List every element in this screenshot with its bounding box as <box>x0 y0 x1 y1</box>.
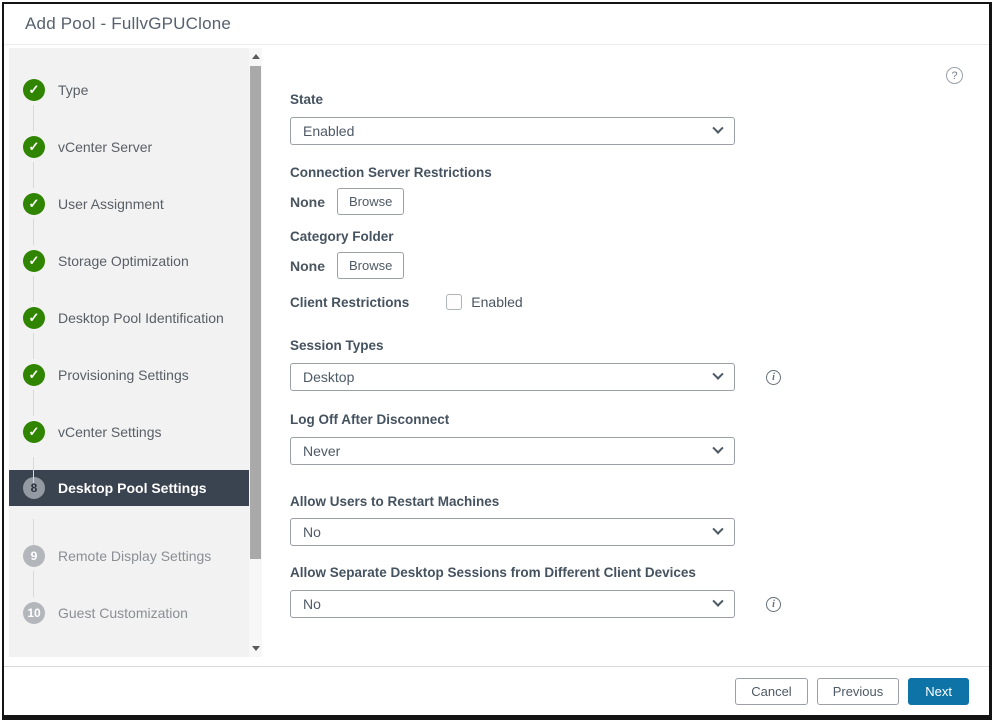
step-complete-check-icon: ✓ <box>23 250 45 272</box>
dialog-title: Add Pool - FullvGPUClone <box>25 14 231 34</box>
client-restrictions-label: Client Restrictions <box>290 295 409 310</box>
connection-server-restrictions-browse-button[interactable]: Browse <box>337 188 404 215</box>
allow-users-restart-select-value: No <box>303 524 714 540</box>
sidebar-scrollbar[interactable] <box>249 48 262 657</box>
chevron-down-icon <box>712 524 723 535</box>
allow-users-restart-select[interactable]: No <box>290 518 735 546</box>
cancel-button[interactable]: Cancel <box>735 678 807 705</box>
step-number-badge: 9 <box>23 545 45 567</box>
chevron-down-icon <box>712 596 723 607</box>
sidebar-step-vcenter-server[interactable]: ✓ vCenter Server <box>9 118 262 175</box>
wizard-steps: ✓ Type ✓ vCenter Server ✓ User Assignment ✓ Sto… <box>9 48 262 641</box>
log-off-select-value: Never <box>303 443 714 459</box>
next-button[interactable]: Next <box>908 678 969 705</box>
sidebar-step-type[interactable]: ✓ Type <box>9 61 262 118</box>
step-label: User Assignment <box>58 196 164 212</box>
chevron-down-icon <box>712 123 723 134</box>
connection-server-restrictions-group: Connection Server Restrictions None Brow… <box>290 165 989 215</box>
client-restrictions-checkbox[interactable] <box>446 294 462 310</box>
category-folder-group: Category Folder None Browse <box>290 229 989 279</box>
sidebar-step-guest-customization[interactable]: 10 Guest Customization <box>9 584 262 641</box>
add-pool-dialog: Add Pool - FullvGPUClone ✓ Type ✓ vCenter S… <box>2 2 992 720</box>
session-types-select[interactable]: Desktop <box>290 363 735 391</box>
step-label: Desktop Pool Settings <box>58 480 207 496</box>
step-complete-check-icon: ✓ <box>23 79 45 101</box>
step-complete-check-icon: ✓ <box>23 421 45 443</box>
connection-server-restrictions-value: None <box>290 194 325 210</box>
sidebar-step-storage-optimization[interactable]: ✓ Storage Optimization <box>9 232 262 289</box>
allow-separate-sessions-group: Allow Separate Desktop Sessions from Dif… <box>290 565 989 618</box>
dialog-header: Add Pool - FullvGPUClone <box>4 4 989 45</box>
client-restrictions-group: Client Restrictions Enabled <box>290 294 989 310</box>
sidebar-step-remote-display-settings[interactable]: 9 Remote Display Settings <box>9 527 262 584</box>
session-types-label: Session Types <box>290 338 989 353</box>
info-icon[interactable]: i <box>766 597 781 612</box>
scroll-down-icon[interactable] <box>252 646 260 651</box>
connection-server-restrictions-label: Connection Server Restrictions <box>290 165 989 180</box>
wizard-sidebar: ✓ Type ✓ vCenter Server ✓ User Assignment ✓ Sto… <box>9 48 262 657</box>
state-group: State Enabled <box>290 92 989 145</box>
step-complete-check-icon: ✓ <box>23 364 45 386</box>
scrollbar-thumb[interactable] <box>250 66 261 559</box>
allow-separate-sessions-select[interactable]: No <box>290 590 735 618</box>
sidebar-step-provisioning-settings[interactable]: ✓ Provisioning Settings <box>9 346 262 403</box>
chevron-down-icon <box>712 443 723 454</box>
step-label: vCenter Settings <box>58 424 162 440</box>
step-label: Type <box>58 82 88 98</box>
info-icon[interactable]: i <box>766 370 781 385</box>
previous-button[interactable]: Previous <box>817 678 900 705</box>
state-select[interactable]: Enabled <box>290 117 735 145</box>
step-complete-check-icon: ✓ <box>23 136 45 158</box>
allow-users-restart-group: Allow Users to Restart Machines No <box>290 494 989 546</box>
category-folder-label: Category Folder <box>290 229 989 244</box>
log-off-after-disconnect-select[interactable]: Never <box>290 437 735 465</box>
client-restrictions-checkbox-label: Enabled <box>471 294 522 310</box>
settings-panel: ? State Enabled Connection Server Restri… <box>262 45 989 666</box>
step-label: Guest Customization <box>58 605 188 621</box>
help-icon[interactable]: ? <box>946 67 963 84</box>
chevron-down-icon <box>712 369 723 380</box>
dialog-footer: Cancel Previous Next <box>4 666 989 715</box>
sidebar-step-desktop-pool-identification[interactable]: ✓ Desktop Pool Identification <box>9 289 262 346</box>
allow-separate-sessions-select-value: No <box>303 596 714 612</box>
step-complete-check-icon: ✓ <box>23 193 45 215</box>
step-label: Desktop Pool Identification <box>58 310 224 326</box>
scroll-up-icon[interactable] <box>252 54 260 59</box>
step-label: Remote Display Settings <box>58 548 211 564</box>
step-label: Provisioning Settings <box>58 367 189 383</box>
category-folder-browse-button[interactable]: Browse <box>337 252 404 279</box>
step-complete-check-icon: ✓ <box>23 307 45 329</box>
session-types-group: Session Types Desktop i <box>290 338 989 391</box>
allow-separate-sessions-label: Allow Separate Desktop Sessions from Dif… <box>290 565 989 580</box>
session-types-select-value: Desktop <box>303 369 714 385</box>
step-label: vCenter Server <box>58 139 152 155</box>
category-folder-value: None <box>290 258 325 274</box>
allow-users-restart-label: Allow Users to Restart Machines <box>290 494 989 509</box>
step-number-badge: 10 <box>23 602 45 624</box>
sidebar-step-desktop-pool-settings[interactable]: 8 Desktop Pool Settings <box>9 470 262 527</box>
state-select-value: Enabled <box>303 123 714 139</box>
log-off-after-disconnect-group: Log Off After Disconnect Never <box>290 412 989 465</box>
log-off-after-disconnect-label: Log Off After Disconnect <box>290 412 989 427</box>
sidebar-step-vcenter-settings[interactable]: ✓ vCenter Settings <box>9 403 262 460</box>
state-label: State <box>290 92 989 107</box>
step-label: Storage Optimization <box>58 253 189 269</box>
sidebar-step-user-assignment[interactable]: ✓ User Assignment <box>9 175 262 232</box>
step-number-badge: 8 <box>23 477 45 499</box>
